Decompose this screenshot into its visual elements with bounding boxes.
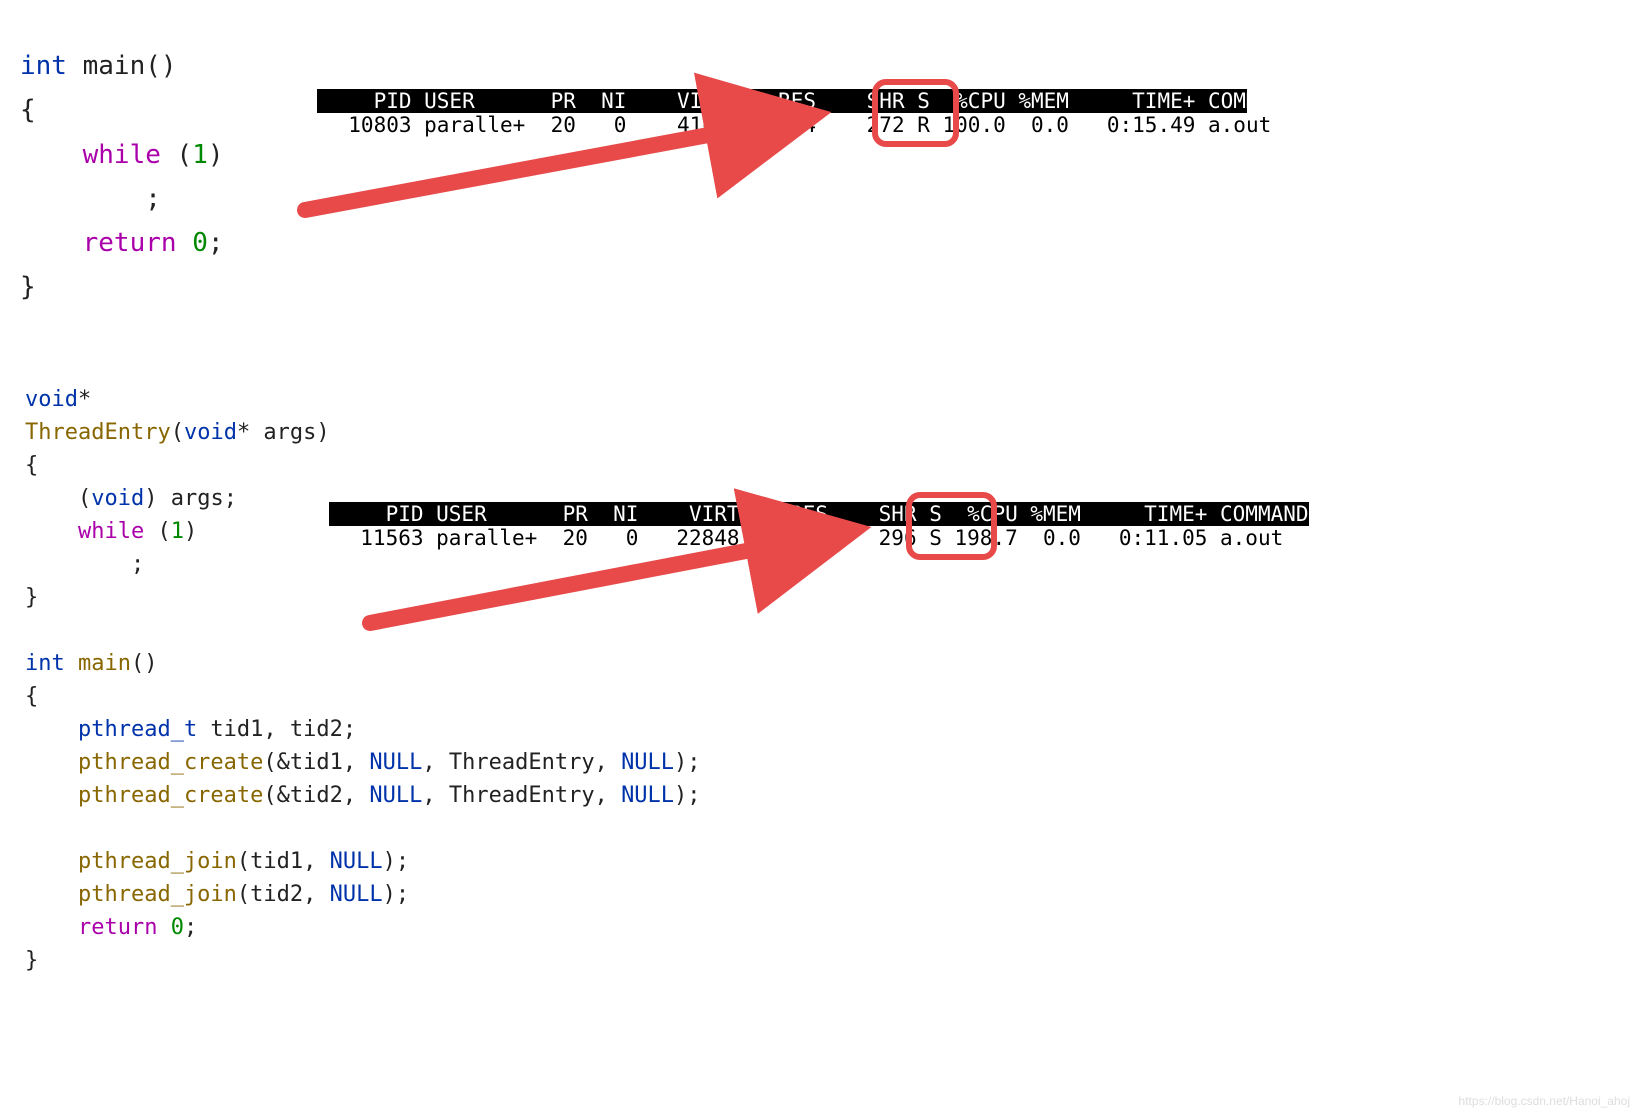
cpu-highlight-1 [872,79,959,147]
arrow-1 [295,100,835,250]
code-threads: void* ThreadEntry(void* args) { (void) a… [25,350,701,1010]
cpu-highlight-2 [906,492,997,560]
watermark: https://blog.csdn.net/Hanoi_ahoj [1459,1094,1630,1108]
code-main-loop: int main() { while (1) ; return 0; } [20,0,224,354]
